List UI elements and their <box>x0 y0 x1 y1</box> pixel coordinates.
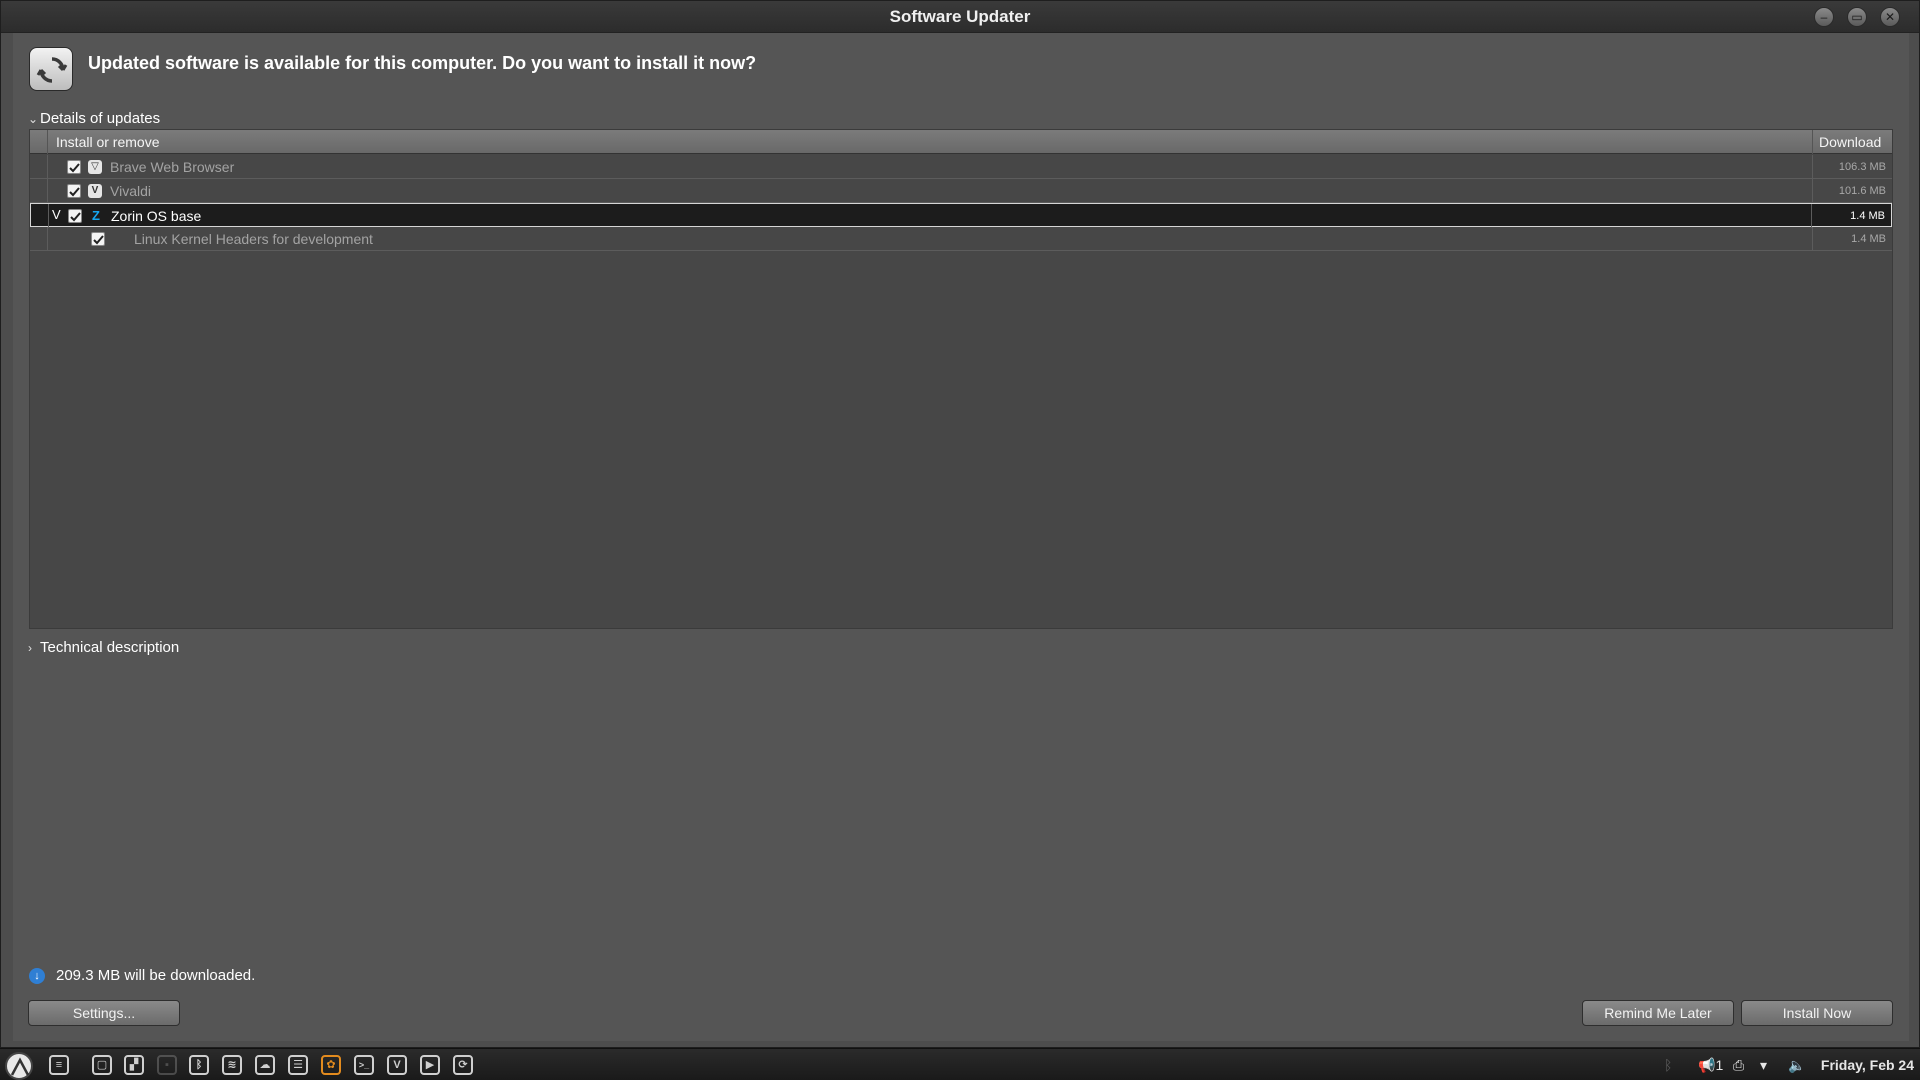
zorin-icon: Z <box>92 208 100 223</box>
text-editor-icon[interactable]: ☰ <box>288 1055 308 1075</box>
checkbox-checked[interactable] <box>67 160 81 174</box>
vivaldi-taskbar-icon[interactable]: V <box>387 1055 407 1075</box>
notification-count: 1 <box>1715 1057 1724 1073</box>
header-lead-cell <box>30 130 48 154</box>
details-expander-label: Details of updates <box>40 110 161 127</box>
vivaldi-icon: V <box>88 184 102 198</box>
software-updater-taskbar-icon[interactable]: ⟳ <box>453 1055 473 1075</box>
cloud-icon[interactable]: ☁ <box>255 1055 275 1075</box>
checkbox-checked[interactable] <box>91 232 105 246</box>
maximize-button[interactable]: ▭ <box>1847 7 1867 27</box>
clock[interactable]: Friday, Feb 24 <box>1821 1057 1914 1073</box>
start-menu-button[interactable] <box>5 1052 33 1080</box>
package-name: Zorin OS base <box>111 208 202 224</box>
package-name: Vivaldi <box>110 183 151 199</box>
update-row-zorin-os-base[interactable]: V Z Zorin OS base 1.4 MB <box>30 203 1892 228</box>
taskbar: ≡ ▢ ▞ ▪ ᛒ ≋ ☁ ☰ ✿ >_ V ▶ ⟳ ᛒ 📢1 ⎙ ▾ 🔈 Fr… <box>0 1048 1920 1080</box>
update-row-brave[interactable]: ▽ Brave Web Browser 106.3 MB <box>30 155 1892 179</box>
technical-description-expander[interactable]: › Technical description <box>28 639 179 656</box>
column-install-or-remove[interactable]: Install or remove <box>56 134 159 150</box>
update-row-vivaldi[interactable]: V Vivaldi 101.6 MB <box>30 179 1892 203</box>
expanded-arrow-icon: ⌄ <box>28 111 39 126</box>
media-player-icon[interactable]: ▶ <box>420 1055 440 1075</box>
update-row-linux-kernel-headers[interactable]: Linux Kernel Headers for development 1.4… <box>30 227 1892 251</box>
download-info-icon: ↓ <box>29 968 45 984</box>
technical-description-label: Technical description <box>40 639 180 656</box>
gimp-icon[interactable]: ✿ <box>321 1055 341 1075</box>
collapsed-arrow-icon: › <box>28 640 32 655</box>
package-name: Brave Web Browser <box>110 159 235 175</box>
close-button[interactable]: ✕ <box>1880 7 1900 27</box>
printer-tray-icon[interactable]: ⎙ <box>1733 1057 1744 1074</box>
package-size: 1.4 MB <box>1812 227 1892 251</box>
files-icon[interactable]: ≡ <box>49 1055 69 1075</box>
updater-content: Updated software is available for this c… <box>13 33 1909 1041</box>
layers-icon[interactable]: ≋ <box>222 1055 242 1075</box>
window-icon[interactable]: ▢ <box>92 1055 112 1075</box>
download-size-summary: 209.3 MB will be downloaded. <box>56 967 256 984</box>
settings-button[interactable]: Settings... <box>28 1000 180 1026</box>
row-lead-cell <box>31 204 49 228</box>
minimize-button[interactable]: – <box>1814 7 1834 27</box>
terminal-icon[interactable]: >_ <box>354 1055 374 1075</box>
row-lead-cell <box>30 179 48 203</box>
bluetooth-app-icon[interactable]: ᛒ <box>189 1055 209 1075</box>
package-size: 1.4 MB <box>1811 204 1891 228</box>
title-bar[interactable]: Software Updater – ▭ ✕ <box>1 1 1919 33</box>
row-lead-cell <box>30 155 48 179</box>
row-lead-cell <box>30 227 48 251</box>
software-updater-window: Software Updater – ▭ ✕ Updated software … <box>0 0 1920 1048</box>
checkbox-checked[interactable] <box>67 184 81 198</box>
remind-me-later-button[interactable]: Remind Me Later <box>1582 1000 1734 1026</box>
notifications-tray-icon[interactable]: 📢1 <box>1698 1057 1723 1074</box>
checkbox-checked[interactable] <box>68 209 82 223</box>
install-now-button[interactable]: Install Now <box>1741 1000 1893 1026</box>
updates-table: Install or remove Download ▽ Brave Web B… <box>29 129 1893 629</box>
folder-icon[interactable]: ▞ <box>124 1055 144 1075</box>
window-title: Software Updater <box>889 7 1031 26</box>
bluetooth-tray-icon[interactable]: ᛒ <box>1664 1057 1672 1073</box>
details-expander[interactable]: ⌄ Details of updates <box>28 110 160 127</box>
table-header: Install or remove Download <box>30 130 1892 154</box>
software-updater-icon <box>29 47 73 91</box>
megaphone-icon: 📢 <box>1698 1057 1716 1073</box>
column-download[interactable]: Download <box>1812 130 1892 154</box>
hidden-app-icon[interactable]: ▪ <box>157 1055 177 1075</box>
package-size: 101.6 MB <box>1812 179 1892 203</box>
wifi-tray-icon[interactable]: ▾ <box>1760 1057 1767 1074</box>
volume-tray-icon[interactable]: 🔈 <box>1788 1057 1805 1074</box>
brave-icon: ▽ <box>88 160 102 174</box>
collapse-toggle-icon[interactable]: V <box>52 207 61 222</box>
update-prompt-heading: Updated software is available for this c… <box>88 53 757 73</box>
package-size: 106.3 MB <box>1812 155 1892 179</box>
package-name: Linux Kernel Headers for development <box>134 231 373 247</box>
